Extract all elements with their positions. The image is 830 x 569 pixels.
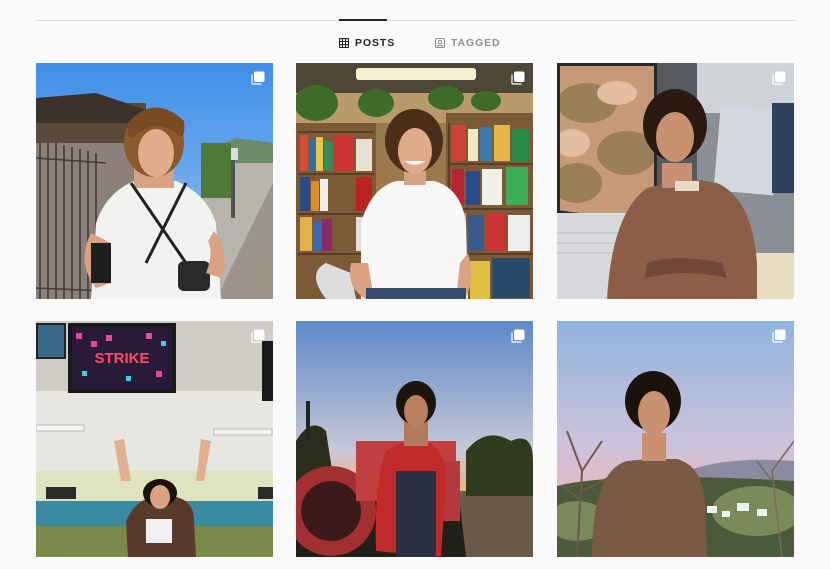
multiple-photos-icon — [511, 329, 525, 343]
post-thumbnail-4[interactable]: STRIKE — [36, 321, 273, 557]
post-thumbnail-6[interactable] — [557, 321, 794, 557]
post-image-3 — [557, 63, 794, 299]
post-thumbnail-2[interactable] — [296, 63, 533, 299]
post-image-6 — [557, 321, 794, 557]
post-thumbnail-5[interactable] — [296, 321, 533, 557]
tab-posts[interactable]: POSTS — [339, 36, 395, 50]
multiple-photos-icon — [251, 71, 265, 85]
tab-tagged[interactable]: TAGGED — [435, 36, 501, 50]
active-tab-indicator — [339, 19, 387, 21]
multiple-photos-icon — [772, 71, 786, 85]
post-thumbnail-1[interactable] — [36, 63, 273, 299]
post-thumbnail-3[interactable] — [557, 63, 794, 299]
post-image-5 — [296, 321, 533, 557]
post-image-2 — [296, 63, 533, 299]
tab-divider-left — [36, 20, 339, 21]
multiple-photos-icon — [772, 329, 786, 343]
tab-divider-right — [387, 20, 795, 21]
post-image-1 — [36, 63, 273, 299]
multiple-photos-icon — [511, 71, 525, 85]
post-image-4: STRIKE — [36, 321, 273, 557]
strike-sign-text: STRIKE — [94, 350, 149, 367]
tagged-user-icon — [435, 38, 445, 48]
tab-posts-label: POSTS — [355, 37, 396, 49]
multiple-photos-icon — [251, 329, 265, 343]
grid-icon — [339, 38, 349, 48]
tab-tagged-label: TAGGED — [451, 37, 501, 49]
